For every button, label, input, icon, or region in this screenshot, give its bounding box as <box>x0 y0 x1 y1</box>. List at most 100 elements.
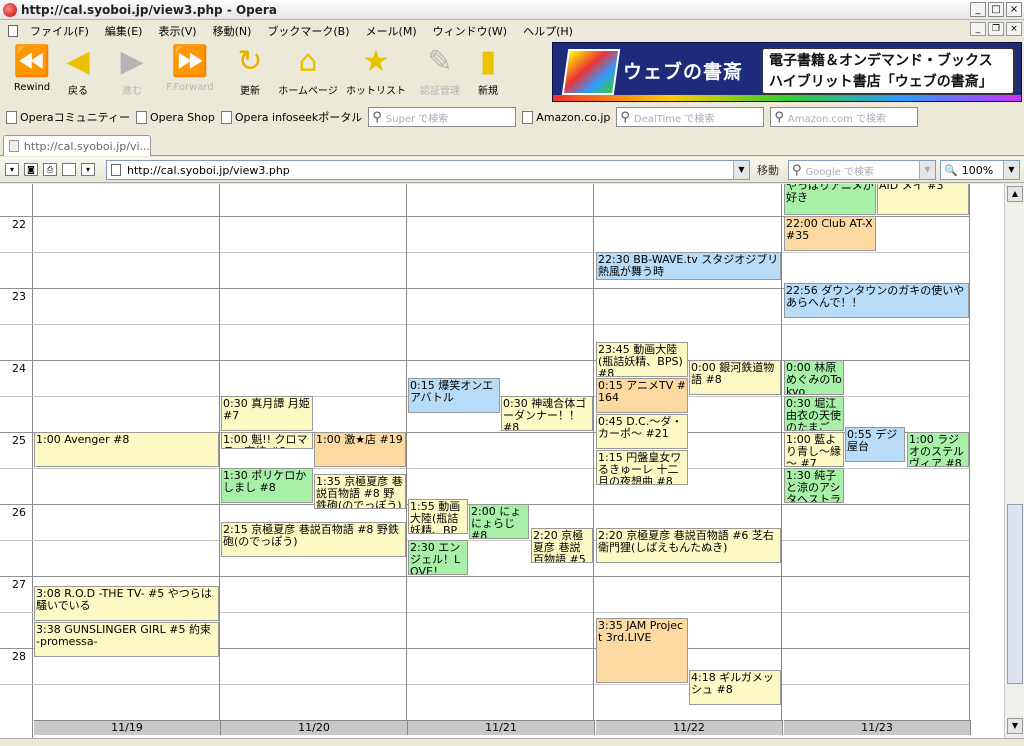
maximize-button[interactable]: □ <box>988 2 1004 17</box>
web-shosai-logo <box>561 49 621 95</box>
program-event[interactable]: 0:00 銀河鉄道物語 #8 <box>689 360 781 395</box>
day-header: 11/20 <box>221 720 408 735</box>
program-event[interactable]: 1:00 ラジオのステルヴィア #8 <box>907 432 969 467</box>
search-icon: ⚲ <box>620 109 630 125</box>
program-event[interactable]: 22:00 Club AT-X #35 <box>784 216 876 251</box>
tab-syoboi-calendar[interactable]: http://cal.syoboi.jp/vi... <box>3 135 151 156</box>
program-event[interactable]: 1:30 ポリケロかしまし #8 <box>221 468 313 503</box>
minimize-button[interactable]: _ <box>970 2 986 17</box>
program-event[interactable]: 3:08 R.O.D -THE TV- #5 やつらは騒いでいる <box>34 586 219 621</box>
menu-file[interactable]: ファイル(F) <box>30 23 89 39</box>
program-event[interactable]: 1:00 激★店 #19 <box>314 432 406 467</box>
home-icon: ⌂ <box>298 44 318 79</box>
mdi-minimize-button[interactable]: _ <box>970 22 986 36</box>
status-bar <box>0 738 1024 746</box>
camera-icon[interactable]: ◙ <box>24 163 38 176</box>
vertical-scrollbar[interactable]: ▲ ▼ <box>1004 184 1024 738</box>
day-header: 11/23 <box>784 720 971 735</box>
program-event[interactable]: 0:30 神魂合体ゴーダンナー！！ #8 <box>501 396 593 431</box>
zoom-dropdown-icon[interactable]: ▼ <box>1003 161 1019 179</box>
program-event[interactable]: 1:15 円盤皇女ワるきゅーレ 十二月の夜想曲 #8 <box>596 450 688 485</box>
hour-label: 26 <box>12 506 26 519</box>
program-event[interactable]: 0:15 爆笑オンエアバトル <box>408 378 500 413</box>
url-field[interactable]: http://cal.syoboi.jp/view3.php ▼ <box>106 160 750 180</box>
program-event[interactable]: 0:55 デジ屋台 <box>845 427 905 462</box>
forward-button[interactable]: ▶ 進む <box>100 42 164 100</box>
program-event[interactable]: 1:30 純子と涼のアシタヘストライ <box>784 468 844 503</box>
program-event[interactable]: 1:00 Avenger #8 <box>34 432 219 467</box>
scroll-down-icon[interactable]: ▼ <box>1007 718 1023 734</box>
fast-forward-icon: ⏩ <box>171 44 209 79</box>
hour-label: 27 <box>12 578 26 591</box>
ad-banner[interactable]: ウェブの書斎 電子書籍＆オンデマンド・ブックス ハイブリット書店「ウェブの書斎」 <box>552 42 1022 102</box>
program-event[interactable]: 3:35 JAM Project 3rd.LIVE <box>596 618 688 683</box>
hour-label: 28 <box>12 650 26 663</box>
hotlist-button[interactable]: ★ ホットリスト <box>344 42 408 100</box>
scroll-thumb[interactable] <box>1007 504 1023 684</box>
program-event[interactable]: 0:30 真月譚 月姫 #7 <box>221 396 313 431</box>
home-button[interactable]: ⌂ ホームページ <box>276 42 340 100</box>
program-event[interactable]: 1:35 京極夏彦 巷説百物語 #8 野鉄砲(のでっぽう) <box>314 474 406 509</box>
go-button[interactable]: 移動 <box>757 162 779 178</box>
search-dropdown-icon[interactable]: ▼ <box>919 161 935 179</box>
program-event[interactable]: 0:15 アニメTV #164 <box>596 378 688 413</box>
reload-button[interactable]: ↻ 更新 <box>218 42 282 100</box>
forward-arrow-icon: ▶ <box>120 44 144 79</box>
program-event[interactable]: 22:30 BB-WAVE.tv スタジオジブリ熱風が舞う時 <box>596 252 781 280</box>
page-menu-button[interactable]: ▾ <box>5 163 19 176</box>
link-opera-shop[interactable]: Opera Shop <box>136 110 215 124</box>
program-event[interactable]: 4:18 ギルガメッシュ #8 <box>689 670 781 705</box>
menu-bar: ファイル(F) 編集(E) 表示(V) 移動(N) ブックマーク(B) メール(… <box>0 21 1024 40</box>
super-search-field[interactable]: ⚲ Super で検索 <box>368 107 517 127</box>
amazon-com-search-field[interactable]: ⚲ Amazon.com で検索 <box>770 107 919 127</box>
program-event[interactable]: 2:00 にょにょらじ #8 <box>469 504 529 539</box>
hour-label: 25 <box>12 434 26 447</box>
banner-text-box: 電子書籍＆オンデマンド・ブックス ハイブリット書店「ウェブの書斎」 <box>761 47 1015 95</box>
program-event[interactable]: 2:15 京極夏彦 巷説百物語 #8 野鉄砲(のでっぽう) <box>221 522 406 557</box>
program-event[interactable]: 21:30 HAND MAID メイ #3 <box>877 184 969 215</box>
program-event[interactable]: 3:38 GUNSLINGER GIRL #5 約束 -promessa- <box>34 622 219 657</box>
google-search-field[interactable]: ⚲ Google で検索 ▼ <box>788 160 936 180</box>
program-event[interactable]: 21:30 Club AT-X やっぱりアニメが好き <box>784 184 876 215</box>
menu-window[interactable]: ウィンドウ(W) <box>433 23 507 39</box>
program-event[interactable]: 1:55 動画大陸(瓶詰妖精、BPS) <box>408 499 468 534</box>
program-event[interactable]: 2:20 京極夏彦 巷説百物語 #6 芝右衛門狸(しばえもんたぬき) <box>596 528 781 563</box>
document-icon[interactable] <box>62 163 76 176</box>
mdi-restore-button[interactable]: ❐ <box>988 22 1004 36</box>
page-icon <box>9 140 19 152</box>
menu-view[interactable]: 表示(V) <box>158 23 196 39</box>
close-button[interactable]: × <box>1006 2 1022 17</box>
program-event[interactable]: 2:20 京極夏彦 巷説百物語 #5 <box>531 528 593 563</box>
search-icon: ⚲ <box>774 109 784 125</box>
dealtime-search-field[interactable]: ⚲ DealTime で検索 <box>616 107 765 127</box>
page-menu-icon[interactable] <box>8 24 18 37</box>
hour-label: 22 <box>12 218 26 231</box>
url-dropdown-icon[interactable]: ▼ <box>733 161 749 179</box>
toolbar-dropdown-icon[interactable]: ▾ <box>81 163 95 176</box>
print-icon[interactable]: ⎙ <box>43 163 57 176</box>
link-opera-community[interactable]: Operaコミュニティー <box>6 109 130 125</box>
mdi-close-button[interactable]: × <box>1006 22 1022 36</box>
banner-line-1: 電子書籍＆オンデマンド・ブックス <box>769 53 993 69</box>
link-opera-infoseek[interactable]: Opera infoseekポータル <box>220 109 362 125</box>
menu-mail[interactable]: メール(M) <box>366 23 417 39</box>
scroll-up-icon[interactable]: ▲ <box>1007 186 1023 202</box>
program-event[interactable]: 1:00 藍より青し～縁～ #7 <box>784 432 844 467</box>
program-event[interactable]: 1:00 魁!! クロマティ高校 #8 <box>221 432 313 449</box>
menu-edit[interactable]: 編集(E) <box>105 23 143 39</box>
menu-bookmarks[interactable]: ブックマーク(B) <box>267 23 349 39</box>
new-page-button[interactable]: ▮ 新規 <box>456 42 520 100</box>
program-event[interactable]: 23:45 動画大陸(瓶詰妖精、BPS) #8 <box>596 342 688 377</box>
program-event[interactable]: 0:00 林原めぐみのTokyo <box>784 360 844 395</box>
search-icon: ⚲ <box>792 162 802 178</box>
program-event[interactable]: 0:30 堀江由衣の天使のたまご <box>784 396 844 431</box>
program-event[interactable]: 22:56 ダウンタウンのガキの使いやあらへんで！！ <box>784 283 969 318</box>
day-header: 11/19 <box>34 720 221 735</box>
program-event[interactable]: 0:45 D.C.～ダ・カーポ～ #21 <box>596 414 688 449</box>
zoom-control[interactable]: 🔍 100% ▼ <box>940 160 1020 180</box>
link-amazon-jp[interactable]: Amazon.co.jp <box>522 110 610 124</box>
fast-forward-button[interactable]: ⏩ F.Forward <box>158 42 222 100</box>
program-event[interactable]: 2:30 エンジェル！LOVE！ <box>408 540 468 575</box>
menu-help[interactable]: ヘルプ(H) <box>523 23 573 39</box>
menu-navigate[interactable]: 移動(N) <box>213 23 252 39</box>
